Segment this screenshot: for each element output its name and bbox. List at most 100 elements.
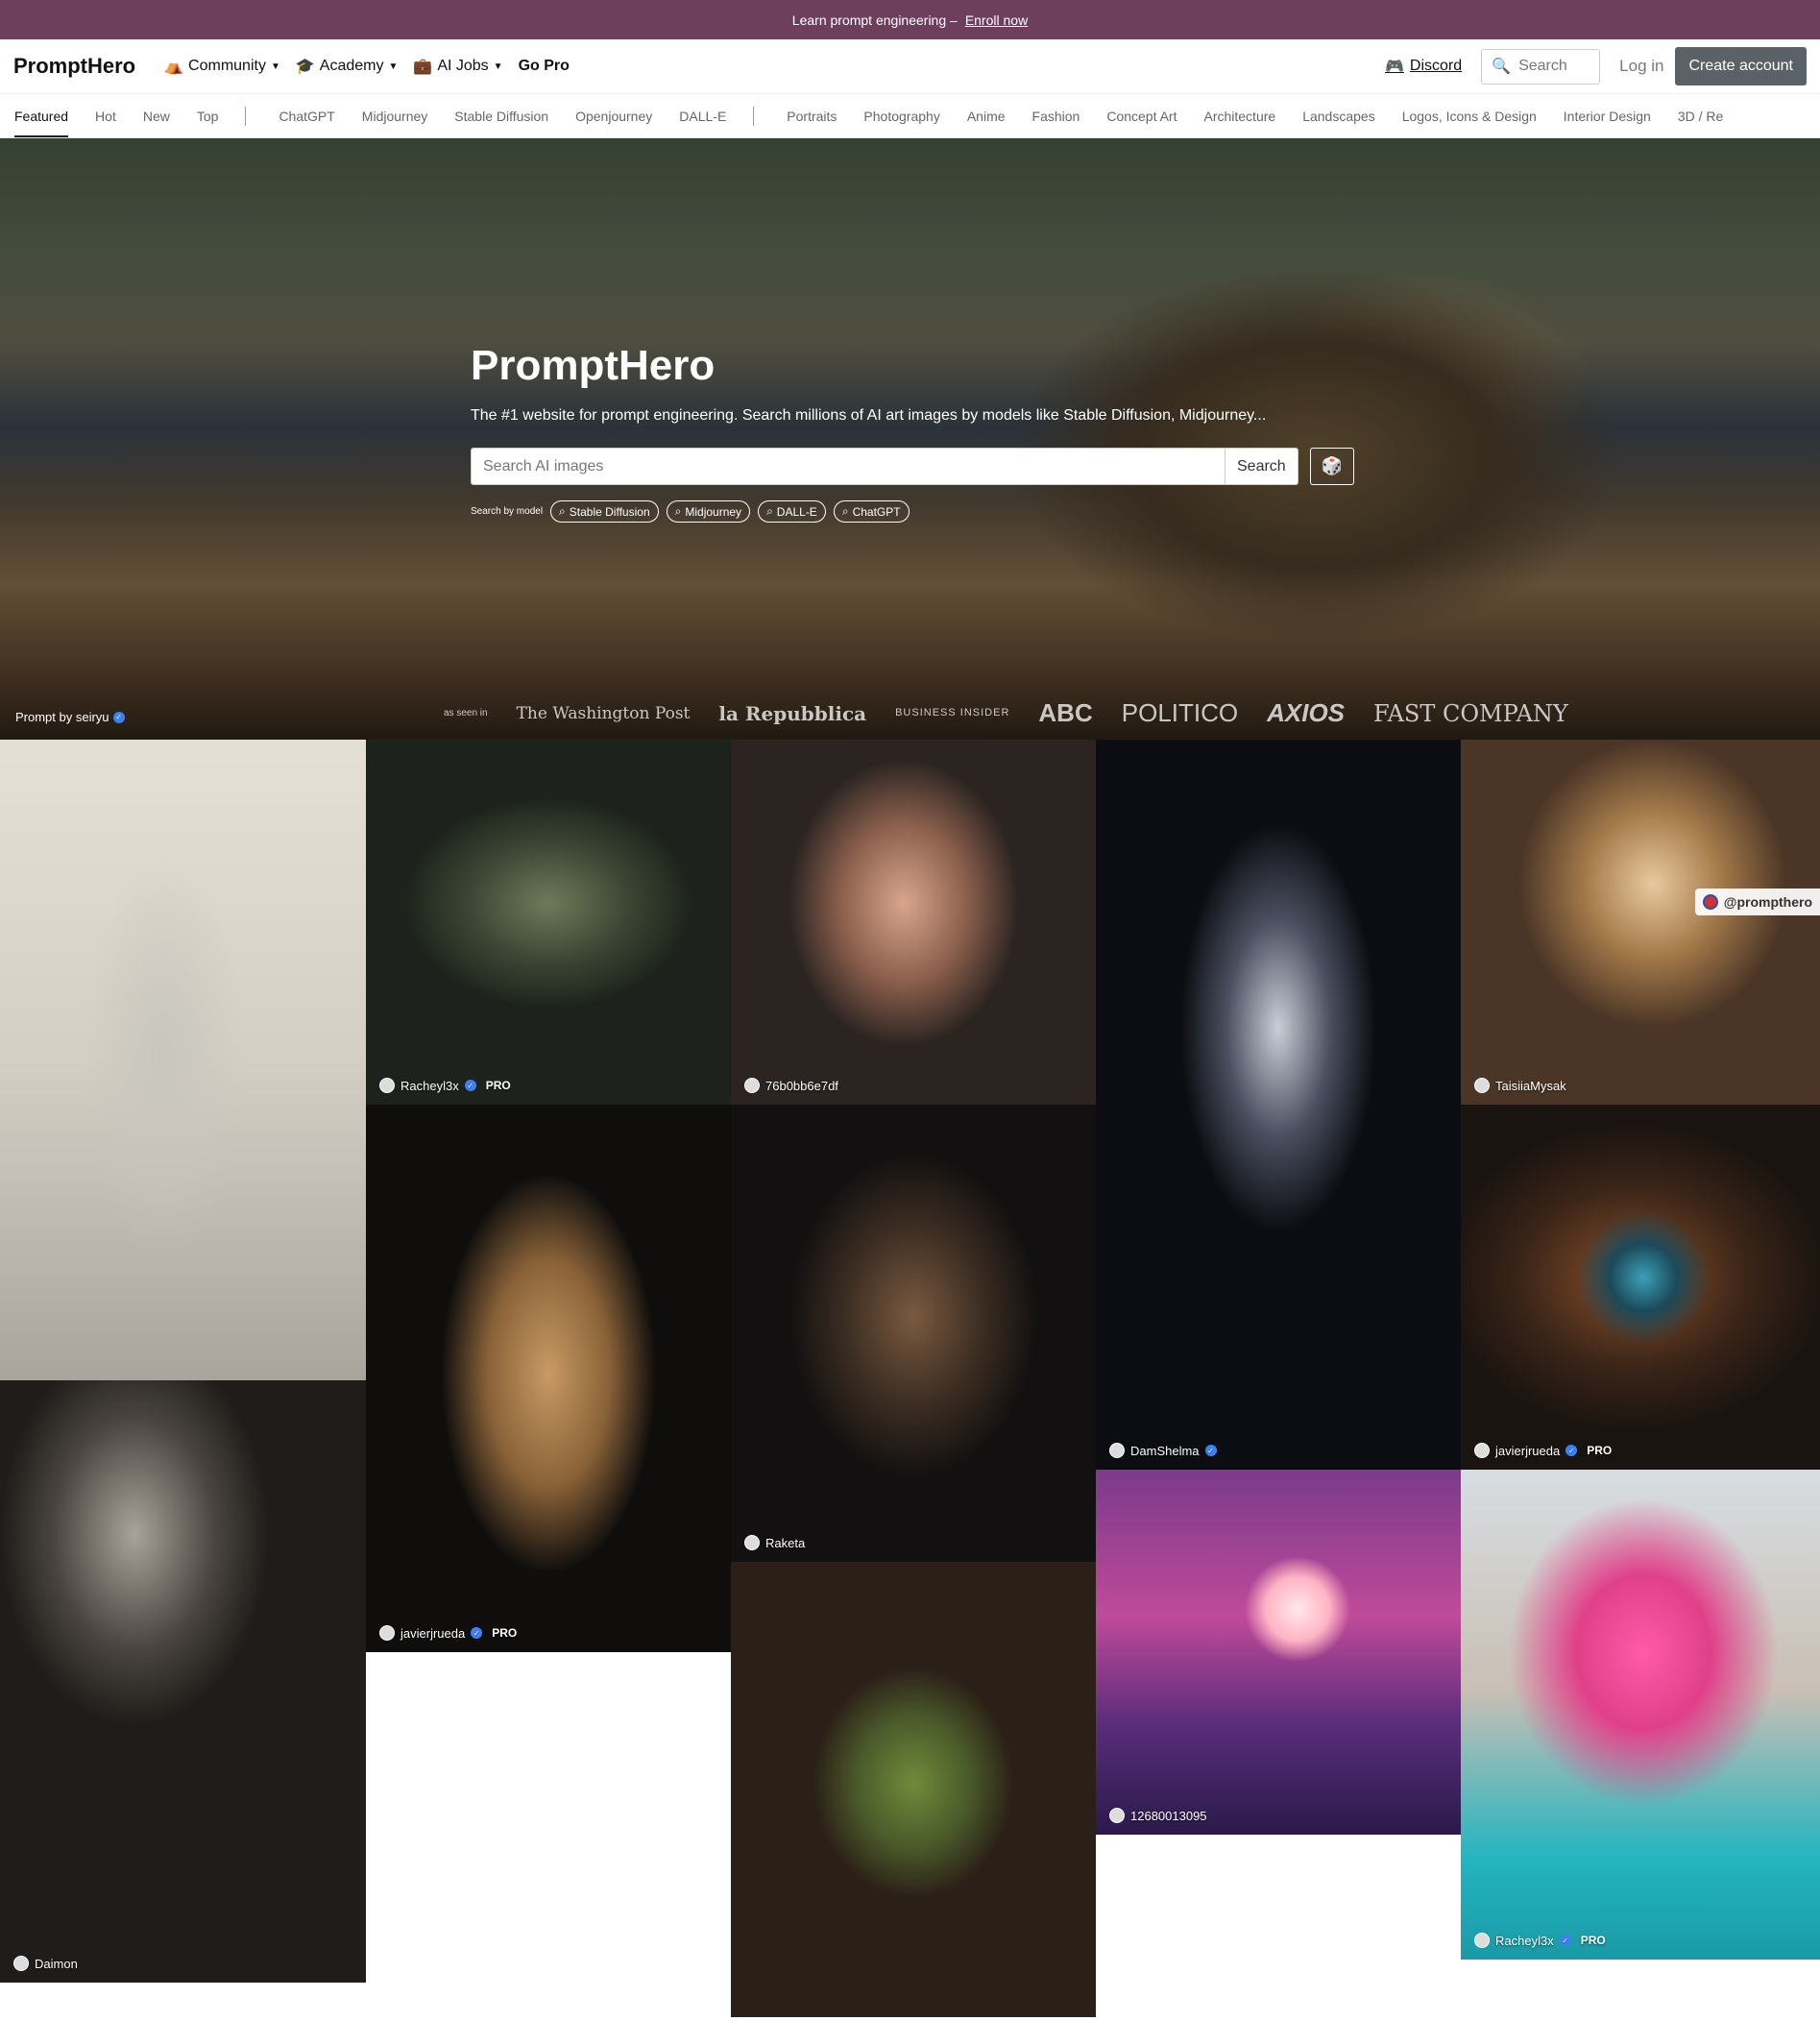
nav-academy[interactable]: 🎓 Academy ▼	[296, 57, 399, 76]
category-tabs: Featured Hot New Top ChatGPT Midjourney …	[0, 94, 1820, 138]
hero-search-button[interactable]: Search	[1225, 448, 1298, 485]
image-card[interactable]: Racheyl3x ✓ PRO	[366, 740, 731, 1105]
model-chip-midjourney[interactable]: ⌕ Midjourney	[666, 500, 751, 523]
verified-icon: ✓	[1559, 1935, 1571, 1946]
card-username: javierjrueda	[400, 1625, 466, 1641]
verified-icon: ✓	[112, 711, 125, 723]
tab-featured[interactable]: Featured	[14, 94, 69, 137]
prompthero-tag[interactable]: @prompthero	[1694, 889, 1820, 915]
dice-icon: 🎲	[1321, 456, 1343, 475]
image-card[interactable]: DamShelma ✓	[1096, 740, 1461, 1470]
tab-chatgpt[interactable]: ChatGPT	[279, 94, 334, 137]
as-seen-in-label: as seen in	[444, 708, 488, 718]
image-card[interactable]: javierjrueda ✓ PRO	[1461, 1105, 1820, 1470]
nav-ai-jobs[interactable]: 💼 AI Jobs ▼	[413, 57, 502, 76]
search-icon: ⌕	[766, 504, 773, 518]
card-caption[interactable]: Racheyl3x ✓ PRO	[379, 1078, 511, 1093]
tab-top[interactable]: Top	[197, 94, 219, 137]
pro-badge: PRO	[485, 1079, 511, 1092]
image-grid: Daimon Racheyl3x ✓ PRO javierjrueda ✓ PRO 76…	[0, 740, 1820, 2017]
tag-label: @prompthero	[1723, 894, 1812, 910]
image-card[interactable]: Raketa	[731, 1105, 1096, 1562]
tab-fashion[interactable]: Fashion	[1032, 94, 1080, 137]
tab-photography[interactable]: Photography	[863, 94, 939, 137]
image-card[interactable]: @prompthero TaisiiaMysak	[1461, 740, 1820, 1105]
image-card[interactable]	[0, 740, 366, 1380]
search-icon: 🔍	[1492, 59, 1512, 75]
tab-hot[interactable]: Hot	[95, 94, 116, 137]
tab-midjourney[interactable]: Midjourney	[362, 94, 427, 137]
discord-link[interactable]: 🎮 Discord	[1385, 57, 1462, 76]
model-chip-label: ChatGPT	[852, 504, 901, 519]
top-navbar: PromptHero ⛺ Community ▼ 🎓 Academy ▼ 💼 A…	[0, 39, 1820, 94]
tab-portraits[interactable]: Portraits	[787, 94, 837, 137]
hero-prompt-credit[interactable]: Prompt by seiryu ✓	[15, 710, 125, 724]
tab-divider	[245, 106, 247, 126]
community-icon: ⛺	[164, 59, 184, 75]
tab-anime[interactable]: Anime	[967, 94, 1006, 137]
tab-3d-render[interactable]: 3D / Re	[1678, 94, 1723, 137]
briefcase-icon: 💼	[413, 59, 433, 75]
discord-icon: 🎮	[1385, 59, 1404, 75]
card-caption[interactable]: javierjrueda ✓ PRO	[379, 1625, 517, 1641]
tab-dall-e[interactable]: DALL-E	[679, 94, 726, 137]
press-logos: as seen in The Washington Post la Repubb…	[444, 698, 1568, 728]
tab-new[interactable]: New	[143, 94, 170, 137]
tab-logos-icons-design[interactable]: Logos, Icons & Design	[1402, 94, 1537, 137]
card-username: Racheyl3x	[1495, 1933, 1554, 1948]
card-caption[interactable]: Racheyl3x ✓ PRO	[1474, 1933, 1606, 1948]
card-username: Daimon	[35, 1956, 78, 1971]
chevron-down-icon: ▼	[493, 61, 503, 72]
image-card[interactable]: 12680013095	[1096, 1470, 1461, 1835]
nav-community-label: Community	[188, 58, 266, 74]
hero-content: PromptHero The #1 website for prompt eng…	[471, 342, 1354, 523]
card-caption[interactable]: TaisiiaMysak	[1474, 1078, 1566, 1093]
avatar	[1109, 1808, 1125, 1823]
nav-ai-jobs-label: AI Jobs	[437, 58, 489, 74]
tab-openjourney[interactable]: Openjourney	[575, 94, 652, 137]
card-caption[interactable]: javierjrueda ✓ PRO	[1474, 1443, 1612, 1458]
chevron-down-icon: ▼	[388, 61, 399, 72]
nav-search-input[interactable]: 🔍 Search	[1481, 48, 1601, 85]
nav-community[interactable]: ⛺ Community ▼	[164, 57, 280, 76]
card-caption[interactable]: 76b0bb6e7df	[744, 1078, 838, 1093]
image-card[interactable]: Racheyl3x ✓ PRO	[1461, 1470, 1820, 1960]
logo[interactable]: PromptHero	[13, 54, 135, 79]
card-caption[interactable]: Raketa	[744, 1535, 805, 1550]
image-card[interactable]: javierjrueda ✓ PRO	[366, 1105, 731, 1652]
model-chip-label: Stable Diffusion	[569, 504, 650, 519]
hero-search-input[interactable]: Search AI images	[471, 448, 1225, 485]
image-card[interactable]: Daimon	[0, 1380, 366, 1983]
tab-interior-design[interactable]: Interior Design	[1564, 94, 1651, 137]
promo-banner: Learn prompt engineering – Enroll now	[0, 0, 1820, 39]
press-logo: POLITICO	[1121, 698, 1239, 727]
enroll-link[interactable]: Enroll now	[965, 12, 1028, 28]
tab-landscapes[interactable]: Landscapes	[1302, 94, 1375, 137]
create-account-button[interactable]: Create account	[1675, 47, 1807, 85]
model-chip-chatgpt[interactable]: ⌕ ChatGPT	[833, 500, 910, 523]
verified-icon: ✓	[464, 1080, 476, 1091]
verified-icon: ✓	[471, 1627, 483, 1639]
image-card[interactable]	[731, 1562, 1096, 2017]
model-chip-stable-diffusion[interactable]: ⌕ Stable Diffusion	[550, 500, 659, 523]
image-card[interactable]: 76b0bb6e7df	[731, 740, 1096, 1105]
model-chip-dall-e[interactable]: ⌕ DALL-E	[758, 500, 826, 523]
verified-icon: ✓	[1204, 1445, 1217, 1456]
hero-subtitle: The #1 website for prompt engineering. S…	[471, 407, 1267, 424]
card-caption[interactable]: Daimon	[13, 1956, 78, 1971]
pro-badge: PRO	[492, 1626, 518, 1640]
tab-stable-diffusion[interactable]: Stable Diffusion	[454, 94, 548, 137]
tab-concept-art[interactable]: Concept Art	[1106, 94, 1177, 137]
card-caption[interactable]: DamShelma ✓	[1109, 1443, 1217, 1458]
random-dice-button[interactable]: 🎲	[1309, 448, 1354, 485]
prompthero-icon	[1702, 894, 1718, 910]
card-caption[interactable]: 12680013095	[1109, 1808, 1207, 1823]
tab-divider	[753, 106, 755, 126]
nav-go-pro[interactable]: Go Pro	[519, 58, 570, 75]
tab-architecture[interactable]: Architecture	[1203, 94, 1275, 137]
press-logo: la Repubblica	[718, 701, 867, 725]
login-link[interactable]: Log in	[1619, 57, 1663, 76]
card-username: DamShelma	[1130, 1443, 1200, 1458]
chevron-down-icon: ▼	[270, 61, 280, 72]
avatar	[13, 1956, 29, 1971]
